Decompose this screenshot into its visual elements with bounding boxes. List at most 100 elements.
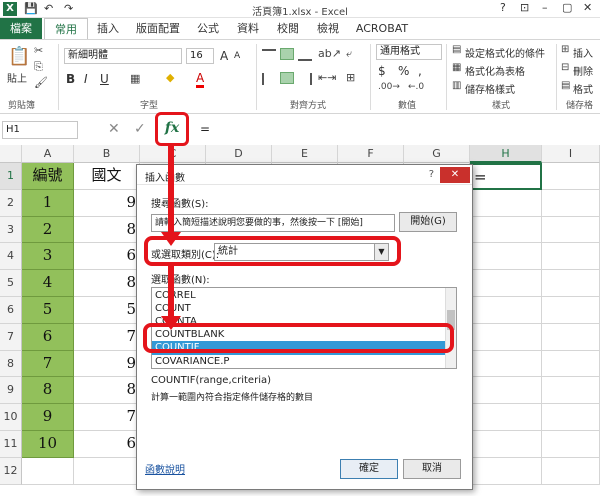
id-cell[interactable]: 7 (22, 350, 74, 378)
row-header[interactable]: 10 (0, 404, 22, 431)
score-cell[interactable]: 6 (74, 431, 140, 458)
list-item[interactable]: COUNT (152, 302, 446, 316)
tab-acrobat[interactable]: ACROBAT (352, 18, 412, 39)
paste-button[interactable]: 貼上 (7, 70, 27, 85)
currency-button[interactable]: $ (378, 64, 386, 78)
dialog-help-icon[interactable]: ? (429, 169, 434, 180)
delete-cells-button[interactable]: 刪除 (573, 63, 593, 78)
header-cell-id[interactable]: 編號 (22, 163, 74, 190)
formula-input[interactable]: = (200, 122, 210, 136)
cell[interactable] (470, 216, 542, 244)
cancel-button[interactable]: 取消 (403, 459, 461, 479)
score-cell[interactable]: 9 (74, 350, 140, 378)
name-box[interactable]: H1 (2, 121, 78, 139)
column-header-h[interactable]: H (470, 145, 542, 163)
cell[interactable] (542, 404, 600, 431)
row-header[interactable]: 11 (0, 431, 22, 458)
score-cell[interactable]: 7 (74, 323, 140, 351)
percent-button[interactable]: % (398, 64, 409, 78)
cell[interactable] (542, 323, 600, 351)
middle-align-icon[interactable] (280, 48, 294, 60)
cell[interactable] (542, 350, 600, 378)
cell[interactable] (542, 270, 600, 297)
wrap-text-icon[interactable]: ⤶ (346, 47, 352, 61)
row-header[interactable]: 9 (0, 377, 22, 405)
conditional-format-button[interactable]: 設定格式化的條件 (465, 45, 545, 60)
number-format-select[interactable]: 通用格式 (376, 44, 442, 60)
enter-icon[interactable]: ✓ (134, 121, 146, 137)
search-function-input[interactable]: 請輸入簡短描述說明您要做的事，然後按一下 [開始] (151, 214, 395, 232)
score-cell[interactable]: 8 (74, 270, 140, 297)
tab-data[interactable]: 資料 (230, 18, 266, 39)
insert-function-button[interactable]: fx (155, 112, 189, 146)
cell[interactable] (470, 457, 542, 485)
cell[interactable] (542, 163, 600, 190)
cell[interactable] (542, 216, 600, 244)
row-header[interactable]: 6 (0, 297, 22, 324)
function-help-link[interactable]: 函數說明 (145, 461, 185, 476)
column-header-i[interactable]: I (542, 145, 600, 163)
row-header[interactable]: 7 (0, 323, 22, 351)
active-cell[interactable]: = (470, 163, 542, 190)
score-cell[interactable]: 8 (74, 377, 140, 405)
cell[interactable] (22, 457, 74, 485)
comma-button[interactable]: , (418, 64, 422, 78)
id-cell[interactable]: 6 (22, 323, 74, 351)
column-header-a[interactable]: A (22, 145, 74, 163)
maximize-icon[interactable]: ▢ (562, 1, 572, 14)
ok-button[interactable]: 確定 (340, 459, 398, 479)
id-cell[interactable]: 4 (22, 270, 74, 297)
list-item[interactable]: CORREL (152, 289, 446, 303)
borders-icon[interactable]: ▦ (130, 72, 140, 85)
top-align-icon[interactable] (262, 49, 276, 61)
cell[interactable] (542, 457, 600, 485)
cell[interactable] (542, 377, 600, 405)
cell[interactable] (470, 189, 542, 217)
score-cell[interactable]: 6 (74, 243, 140, 271)
id-cell[interactable]: 8 (22, 377, 74, 405)
cell[interactable] (470, 350, 542, 378)
cell[interactable] (542, 243, 600, 271)
row-header[interactable]: 5 (0, 270, 22, 297)
cancel-icon[interactable]: ✕ (108, 121, 120, 137)
dialog-close-button[interactable]: ✕ (440, 167, 470, 183)
score-cell[interactable]: 5 (74, 297, 140, 324)
italic-button[interactable]: I (84, 72, 88, 86)
font-name-select[interactable]: 新細明體 (64, 48, 182, 64)
cell-styles-button[interactable]: 儲存格樣式 (465, 81, 515, 96)
column-header-b[interactable]: B (74, 145, 140, 163)
cell[interactable] (470, 323, 542, 351)
tab-file[interactable]: 檔案 (0, 18, 42, 39)
row-header[interactable]: 1 (0, 163, 22, 190)
cell[interactable] (542, 297, 600, 324)
font-size-select[interactable]: 16 (186, 48, 214, 64)
cell[interactable] (470, 297, 542, 324)
id-cell[interactable]: 3 (22, 243, 74, 271)
indent-icon[interactable]: ⇤⇥ (318, 71, 336, 84)
cell[interactable] (470, 404, 542, 431)
fill-color-icon[interactable]: ◆ (166, 71, 174, 84)
row-header[interactable]: 3 (0, 216, 22, 244)
id-cell[interactable]: 5 (22, 297, 74, 324)
tab-home[interactable]: 常用 (44, 18, 88, 39)
increase-decimal-icon[interactable]: .00→ (378, 82, 400, 92)
score-cell[interactable]: 7 (74, 404, 140, 431)
column-header-f[interactable]: F (338, 145, 404, 163)
shrink-font-button[interactable]: A (234, 51, 240, 61)
id-cell[interactable]: 10 (22, 431, 74, 458)
close-icon[interactable]: ✕ (583, 1, 592, 14)
grow-font-button[interactable]: A (220, 49, 228, 63)
score-cell[interactable]: 8 (74, 216, 140, 244)
row-header[interactable]: 8 (0, 350, 22, 378)
cell[interactable] (470, 431, 542, 458)
id-cell[interactable]: 9 (22, 404, 74, 431)
format-painter-icon[interactable]: 🖌 (34, 76, 48, 89)
header-cell-chinese[interactable]: 國文 (74, 163, 140, 190)
id-cell[interactable]: 1 (22, 189, 74, 217)
tab-review[interactable]: 校閱 (270, 18, 306, 39)
insert-cells-button[interactable]: 插入 (573, 45, 593, 60)
bottom-align-icon[interactable] (298, 49, 312, 61)
paste-icon[interactable]: 📋 (8, 46, 30, 67)
font-color-button[interactable]: A (196, 71, 205, 88)
select-all-corner[interactable] (0, 145, 22, 163)
